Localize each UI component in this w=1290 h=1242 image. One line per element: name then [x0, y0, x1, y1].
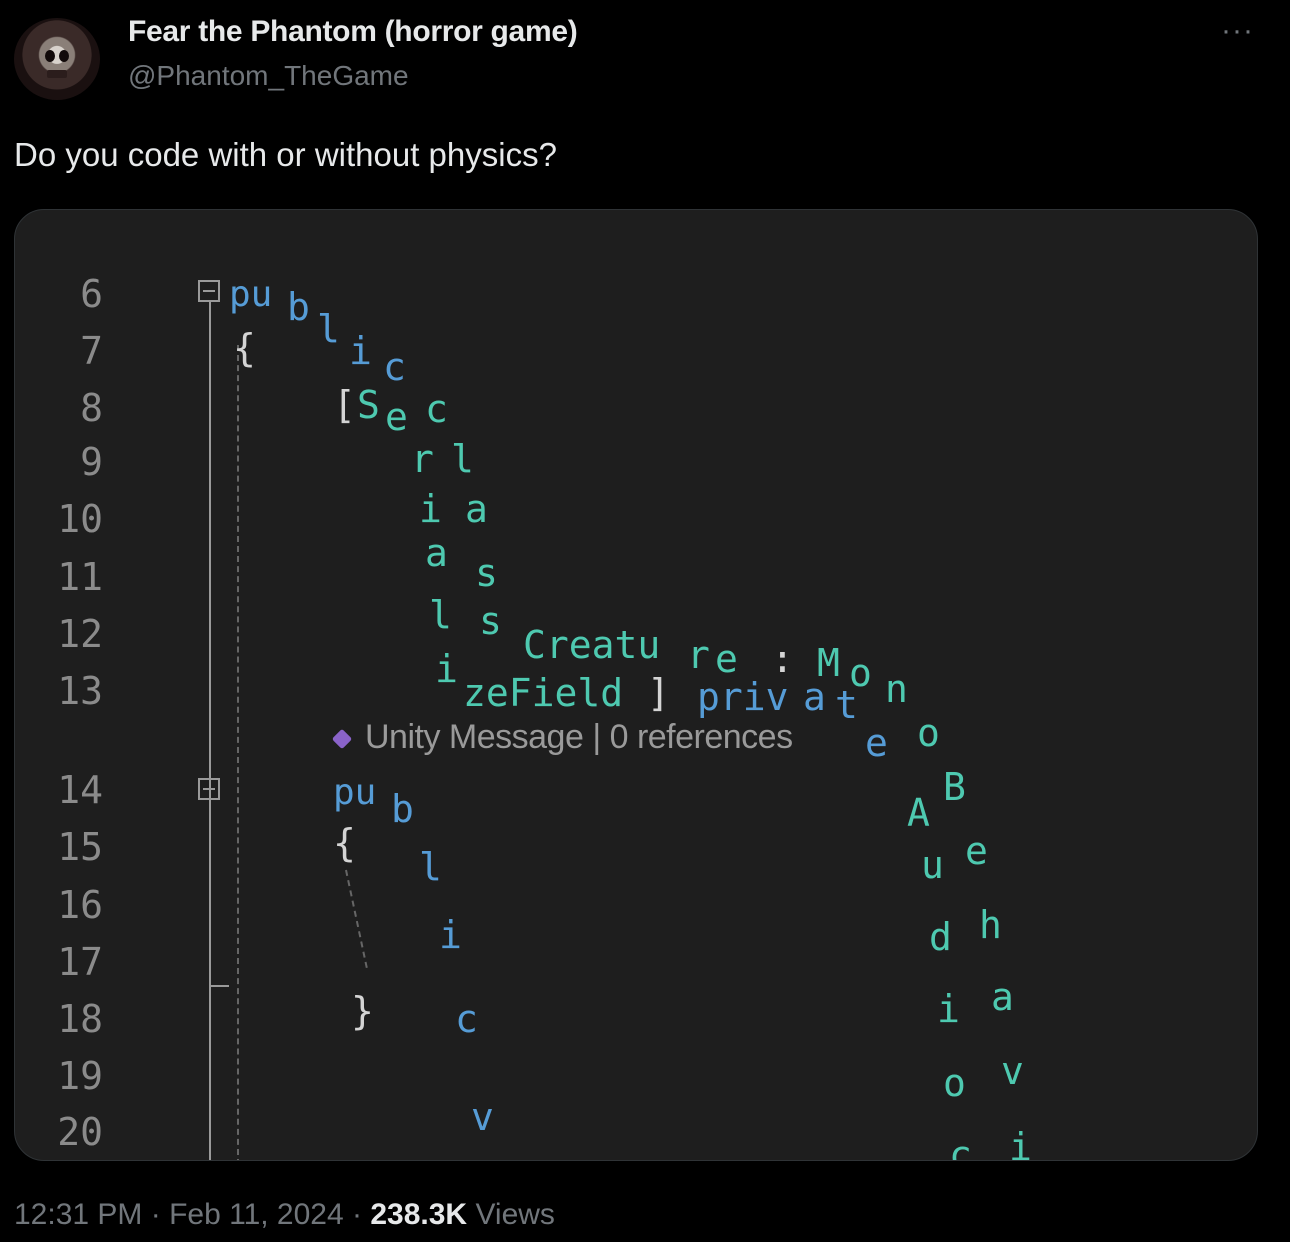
- glyph: ]: [647, 671, 670, 715]
- code-glyph-art: pu b l i c { [ S e c r l i a a s l s i C…: [15, 210, 1257, 1160]
- glyph: n: [885, 667, 908, 711]
- glyph: l: [317, 307, 340, 351]
- glyph: t: [835, 683, 858, 727]
- tweet-image[interactable]: 6 7 8 9 10 11 12 13 14 15 16 17 18 19 20…: [14, 209, 1258, 1161]
- more-options-icon[interactable]: ···: [1221, 14, 1254, 48]
- glyph: o: [943, 1061, 966, 1105]
- glyph: h: [979, 903, 1002, 947]
- glyph: Creatu: [523, 623, 660, 667]
- skull-eye: [45, 50, 55, 62]
- glyph: o: [917, 711, 940, 755]
- skull-mouth: [47, 70, 67, 78]
- glyph: s: [475, 551, 498, 595]
- glyph: l: [451, 437, 474, 481]
- glyph: {: [233, 326, 256, 370]
- glyph: B: [943, 765, 966, 809]
- glyph: i: [439, 913, 462, 957]
- avatar[interactable]: [14, 18, 100, 100]
- glyph: d: [929, 915, 952, 959]
- glyph: c: [425, 387, 448, 431]
- glyph: c: [455, 997, 478, 1041]
- author-handle[interactable]: @Phantom_TheGame: [128, 60, 409, 92]
- glyph: a: [991, 975, 1014, 1019]
- glyph: b: [391, 787, 414, 831]
- tweet-text: Do you code with or without physics?: [14, 136, 557, 173]
- glyph: e: [385, 395, 408, 439]
- glyph: i: [419, 487, 442, 531]
- glyph: l: [429, 593, 452, 637]
- glyph: {: [333, 821, 356, 865]
- glyph: pu: [229, 274, 272, 315]
- separator-dot: ·: [352, 1198, 371, 1231]
- glyph: i: [1009, 1125, 1032, 1160]
- tweet-date[interactable]: Feb 11, 2024: [169, 1198, 344, 1231]
- glyph: c: [383, 345, 406, 389]
- tweet-meta: 12:31 PM · Feb 11, 2024 · 238.3K Views: [14, 1198, 555, 1232]
- glyph: c: [949, 1133, 972, 1160]
- author-display-name[interactable]: Fear the Phantom (horror game): [128, 15, 578, 49]
- glyph: a: [803, 675, 826, 719]
- glyph: i: [435, 647, 458, 691]
- tweet-time[interactable]: 12:31 PM: [14, 1198, 142, 1231]
- glyph: u: [921, 843, 944, 887]
- glyph: S: [357, 383, 380, 427]
- glyph: A: [907, 791, 930, 835]
- glyph: i: [349, 329, 372, 373]
- falling-code-svg: pu b l i c { [ S e c r l i a a s l s i C…: [229, 274, 1032, 1160]
- glyph: r: [687, 633, 710, 677]
- glyph: v: [1001, 1049, 1024, 1093]
- views-count: 238.3K: [370, 1198, 468, 1231]
- skull-eye: [59, 50, 69, 62]
- glyph: zeField: [463, 671, 623, 715]
- glyph: s: [479, 599, 502, 643]
- glyph: a: [465, 487, 488, 531]
- glyph: v: [471, 1095, 494, 1139]
- glyph: pu: [333, 772, 376, 813]
- glyph: [: [333, 383, 356, 427]
- glyph: i: [937, 987, 960, 1031]
- glyph: }: [351, 989, 374, 1033]
- separator-dot: ·: [150, 1198, 170, 1231]
- glyph: e: [865, 721, 888, 765]
- glyph: a: [425, 531, 448, 575]
- glyph: b: [287, 285, 310, 329]
- glyph: priv: [697, 675, 789, 719]
- glyph: r: [411, 437, 434, 481]
- glyph: l: [419, 845, 442, 889]
- views-label: Views: [475, 1198, 555, 1231]
- glyph: e: [965, 829, 988, 873]
